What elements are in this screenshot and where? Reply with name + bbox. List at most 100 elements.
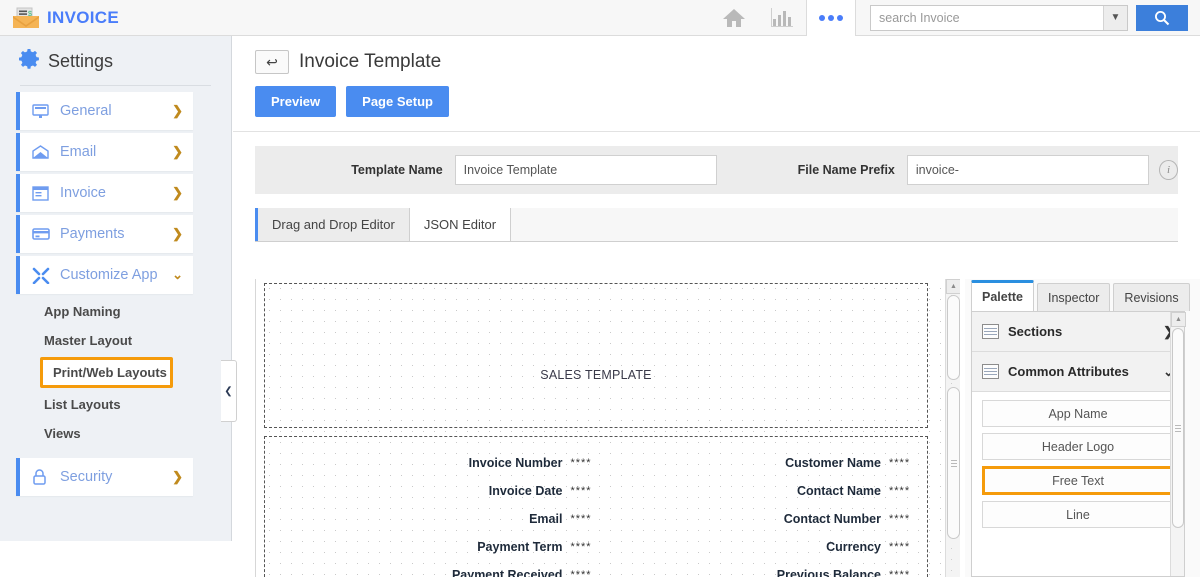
sidebar-item-payments[interactable]: Payments ❯ <box>16 215 193 253</box>
brand[interactable]: $ INVOICE <box>0 7 119 29</box>
sidebar-subitem-print-web-layouts[interactable]: Print/Web Layouts <box>40 357 173 388</box>
file-prefix-label: File Name Prefix <box>797 163 895 177</box>
canvas-field-right[interactable]: Customer Name **** <box>608 456 927 470</box>
canvas-field-left[interactable]: Payment Received **** <box>265 568 608 577</box>
field-label: Payment Received <box>451 568 563 577</box>
monitor-icon <box>32 103 54 119</box>
canvas-field-right[interactable]: Currency **** <box>608 540 927 554</box>
scroll-grip-icon <box>1175 423 1181 434</box>
sidebar-item-invoice[interactable]: Invoice ❯ <box>16 174 193 212</box>
action-buttons: Preview Page Setup <box>233 74 1200 117</box>
palette-item-app-name[interactable]: App Name <box>982 400 1174 427</box>
chevron-down-icon[interactable]: ▼ <box>1103 5 1127 30</box>
sidebar-item-email[interactable]: Email ❯ <box>16 133 193 171</box>
sidebar-item-general[interactable]: General ❯ <box>16 92 193 130</box>
tools-icon <box>32 267 54 284</box>
search-box[interactable]: ▼ <box>870 4 1128 31</box>
grid-icon <box>982 324 999 339</box>
home-icon[interactable] <box>710 0 758 36</box>
canvas-section-body[interactable]: Invoice Number **** Customer Name **** I… <box>264 436 928 577</box>
canvas-field-right[interactable]: Contact Number **** <box>608 512 927 526</box>
canvas-scroll-thumb[interactable] <box>947 387 960 539</box>
settings-sidebar: Settings General ❯ Email ❯ Invoice ❯ Pay… <box>0 36 232 541</box>
sidebar-item-label: Invoice <box>60 185 106 201</box>
canvas-field-left[interactable]: Invoice Date **** <box>265 484 608 498</box>
sidebar-subitem-views[interactable]: Views <box>0 419 231 448</box>
field-label: Payment Term <box>477 540 563 554</box>
canvas-scroll-thumb-upper[interactable] <box>947 295 960 380</box>
sidebar-item-customize-app[interactable]: Customize App ⌄ <box>16 256 193 294</box>
palette-group-label: Sections <box>1008 324 1063 339</box>
sales-template-text[interactable]: SALES TEMPLATE <box>265 368 927 382</box>
sidebar-item-label: General <box>60 103 112 119</box>
info-icon[interactable]: i <box>1159 160 1179 180</box>
back-button[interactable]: ↩ <box>255 50 289 74</box>
field-value: **** <box>570 485 592 497</box>
template-name-input[interactable]: Invoice Template <box>454 155 717 185</box>
palette-item-header-logo[interactable]: Header Logo <box>982 433 1174 460</box>
field-label: Currency <box>826 540 881 554</box>
page-header: ↩ Invoice Template <box>233 36 1200 74</box>
palette-scrollbar[interactable]: ▲ <box>1170 312 1186 576</box>
template-canvas-wrapper: SALES TEMPLATE Invoice Number **** Custo… <box>255 279 960 577</box>
palette-tabbar: Palette Inspector Revisions <box>965 279 1200 311</box>
file-prefix-input[interactable]: invoice- <box>906 155 1150 185</box>
tab-revisions[interactable]: Revisions <box>1113 283 1190 311</box>
palette-scroll-thumb[interactable] <box>1172 328 1184 528</box>
grid-icon <box>982 364 999 379</box>
field-label: Customer Name <box>785 456 881 470</box>
bar-chart-icon[interactable] <box>758 0 806 36</box>
field-value: **** <box>889 485 911 497</box>
palette-item-free-text[interactable]: Free Text <box>982 466 1174 495</box>
document-icon <box>32 185 54 201</box>
chevron-right-icon: ❯ <box>172 469 183 484</box>
sidebar-subitem-list-layouts[interactable]: List Layouts <box>0 390 231 419</box>
search-button[interactable] <box>1136 4 1188 31</box>
sidebar-subitem-master-layout[interactable]: Master Layout <box>0 326 231 355</box>
page-setup-button[interactable]: Page Setup <box>346 86 449 117</box>
sidebar-divider <box>20 85 211 86</box>
field-value: **** <box>570 541 592 553</box>
palette-group-sections[interactable]: Sections ❯ <box>972 312 1184 352</box>
canvas-field-row: Payment Received **** Previous Balance *… <box>265 561 927 577</box>
palette-item-line[interactable]: Line <box>982 501 1174 528</box>
preview-button[interactable]: Preview <box>255 86 337 117</box>
canvas-scrollbar[interactable]: ▲ <box>945 279 960 577</box>
more-menu-button[interactable] <box>806 0 856 36</box>
canvas-field-left[interactable]: Payment Term **** <box>265 540 608 554</box>
ellipsis-icon <box>837 14 843 21</box>
canvas-field-grid: Invoice Number **** Customer Name **** I… <box>265 449 927 577</box>
chevron-right-icon: ❯ <box>172 185 183 200</box>
page-title: Invoice Template <box>299 51 442 72</box>
sidebar-item-security[interactable]: Security ❯ <box>16 458 193 496</box>
field-label: Email <box>529 512 563 526</box>
tab-inspector[interactable]: Inspector <box>1037 283 1111 311</box>
canvas-field-right[interactable]: Previous Balance **** <box>608 568 927 577</box>
field-label: Invoice Date <box>488 484 563 498</box>
ellipsis-icon <box>819 14 825 21</box>
scroll-up-icon[interactable]: ▲ <box>946 279 960 294</box>
template-editor: SALES TEMPLATE Invoice Number **** Custo… <box>255 279 1200 577</box>
search-area: ▼ <box>870 4 1200 31</box>
canvas-field-right[interactable]: Contact Name **** <box>608 484 927 498</box>
sidebar-subitem-app-naming[interactable]: App Naming <box>0 297 231 326</box>
tab-json-editor[interactable]: JSON Editor <box>409 208 512 241</box>
sidebar-collapse-handle[interactable]: ❮ <box>221 360 237 422</box>
canvas-field-left[interactable]: Invoice Number **** <box>265 456 608 470</box>
palette-group-label: Common Attributes <box>1008 364 1129 379</box>
canvas-field-left[interactable]: Email **** <box>265 512 608 526</box>
top-bar: $ INVOICE ▼ <box>0 0 1200 36</box>
palette-group-common-attributes[interactable]: Common Attributes ⌄ <box>972 352 1184 392</box>
template-canvas[interactable]: SALES TEMPLATE Invoice Number **** Custo… <box>262 279 942 577</box>
canvas-section-header[interactable]: SALES TEMPLATE <box>264 283 928 428</box>
tab-palette[interactable]: Palette <box>971 280 1034 311</box>
sidebar-header: Settings <box>0 36 231 83</box>
template-name-label: Template Name <box>351 163 443 177</box>
scroll-up-icon[interactable]: ▲ <box>1171 312 1186 327</box>
tab-drag-and-drop-editor[interactable]: Drag and Drop Editor <box>255 208 410 241</box>
chevron-right-icon: ❯ <box>172 103 183 118</box>
brand-label: INVOICE <box>47 7 120 27</box>
canvas-field-row: Payment Term **** Currency **** <box>265 533 927 561</box>
scroll-grip-icon <box>950 458 957 469</box>
search-input[interactable] <box>871 5 1103 30</box>
